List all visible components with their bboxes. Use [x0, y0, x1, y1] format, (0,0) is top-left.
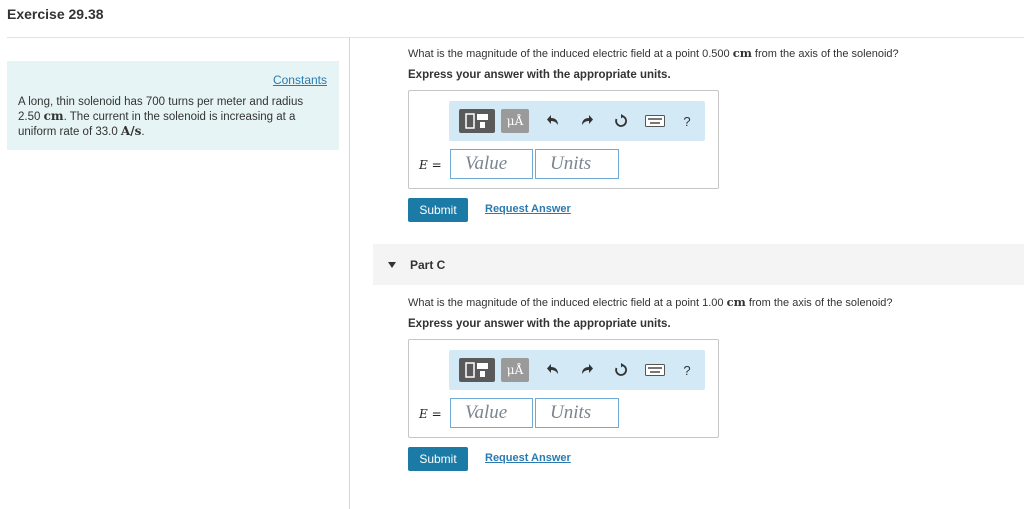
- unit-symbol-button[interactable]: μÅ: [501, 109, 529, 133]
- header-divider: [7, 37, 1024, 38]
- part-b-variable-label: E =: [419, 158, 442, 172]
- part-c-request-answer-link[interactable]: Request Answer: [485, 452, 571, 464]
- undo-icon[interactable]: [543, 360, 563, 380]
- redo-icon[interactable]: [577, 360, 597, 380]
- part-b-variable: E: [419, 158, 428, 172]
- part-c-question-post: from the axis of the solenoid?: [745, 297, 893, 309]
- part-c-question-pre: What is the magnitude of the induced ele…: [408, 297, 727, 309]
- reset-icon[interactable]: [611, 111, 631, 131]
- part-b-value-input[interactable]: [450, 149, 533, 179]
- constants-link[interactable]: Constants: [273, 73, 327, 87]
- part-c-question: What is the magnitude of the induced ele…: [408, 295, 893, 309]
- help-icon[interactable]: ?: [677, 360, 697, 380]
- part-b-answer-box: μÅ ? E =: [408, 90, 719, 189]
- part-b-instruction: Express your answer with the appropriate…: [408, 69, 671, 81]
- problem-panel: Constants A long, thin solenoid has 700 …: [7, 61, 339, 150]
- reset-icon[interactable]: [611, 360, 631, 380]
- templates-icon[interactable]: [459, 109, 495, 133]
- part-c-submit-button[interactable]: Submit: [408, 447, 468, 471]
- keyboard-icon[interactable]: [644, 362, 666, 378]
- keyboard-icon[interactable]: [644, 113, 666, 129]
- part-b-units-input[interactable]: [535, 149, 619, 179]
- part-c-header[interactable]: Part C: [373, 244, 1024, 285]
- unit-cm: cm: [43, 109, 64, 123]
- caret-down-icon[interactable]: [388, 262, 396, 268]
- part-c-question-unit: cm: [726, 295, 746, 309]
- part-b-question-unit: cm: [732, 46, 752, 60]
- redo-icon[interactable]: [577, 111, 597, 131]
- part-c-variable: E: [419, 407, 428, 421]
- unit-symbol-button[interactable]: μÅ: [501, 358, 529, 382]
- undo-icon[interactable]: [543, 111, 563, 131]
- part-b-question: What is the magnitude of the induced ele…: [408, 46, 899, 60]
- problem-statement: A long, thin solenoid has 700 turns per …: [18, 95, 318, 139]
- part-c-math-toolbar: μÅ ?: [449, 350, 705, 390]
- part-b-submit-button[interactable]: Submit: [408, 198, 468, 222]
- unit-rate: A/s: [120, 124, 142, 138]
- problem-text-end: .: [141, 126, 145, 138]
- part-b-math-toolbar: μÅ ?: [449, 101, 705, 141]
- part-c-answer-box: μÅ ? E =: [408, 339, 719, 438]
- part-b-question-pre: What is the magnitude of the induced ele…: [408, 48, 733, 60]
- column-divider: [349, 37, 350, 509]
- templates-icon[interactable]: [459, 358, 495, 382]
- part-b-question-post: from the axis of the solenoid?: [751, 48, 899, 60]
- part-b-equals: =: [427, 158, 442, 172]
- part-c-title: Part C: [410, 258, 446, 272]
- part-c-instruction: Express your answer with the appropriate…: [408, 318, 671, 330]
- part-c-units-input[interactable]: [535, 398, 619, 428]
- help-icon[interactable]: ?: [677, 111, 697, 131]
- part-c-value-input[interactable]: [450, 398, 533, 428]
- part-c-equals: =: [427, 407, 442, 421]
- part-c-variable-label: E =: [419, 407, 442, 421]
- exercise-title: Exercise 29.38: [7, 6, 104, 22]
- part-b-request-answer-link[interactable]: Request Answer: [485, 203, 571, 215]
